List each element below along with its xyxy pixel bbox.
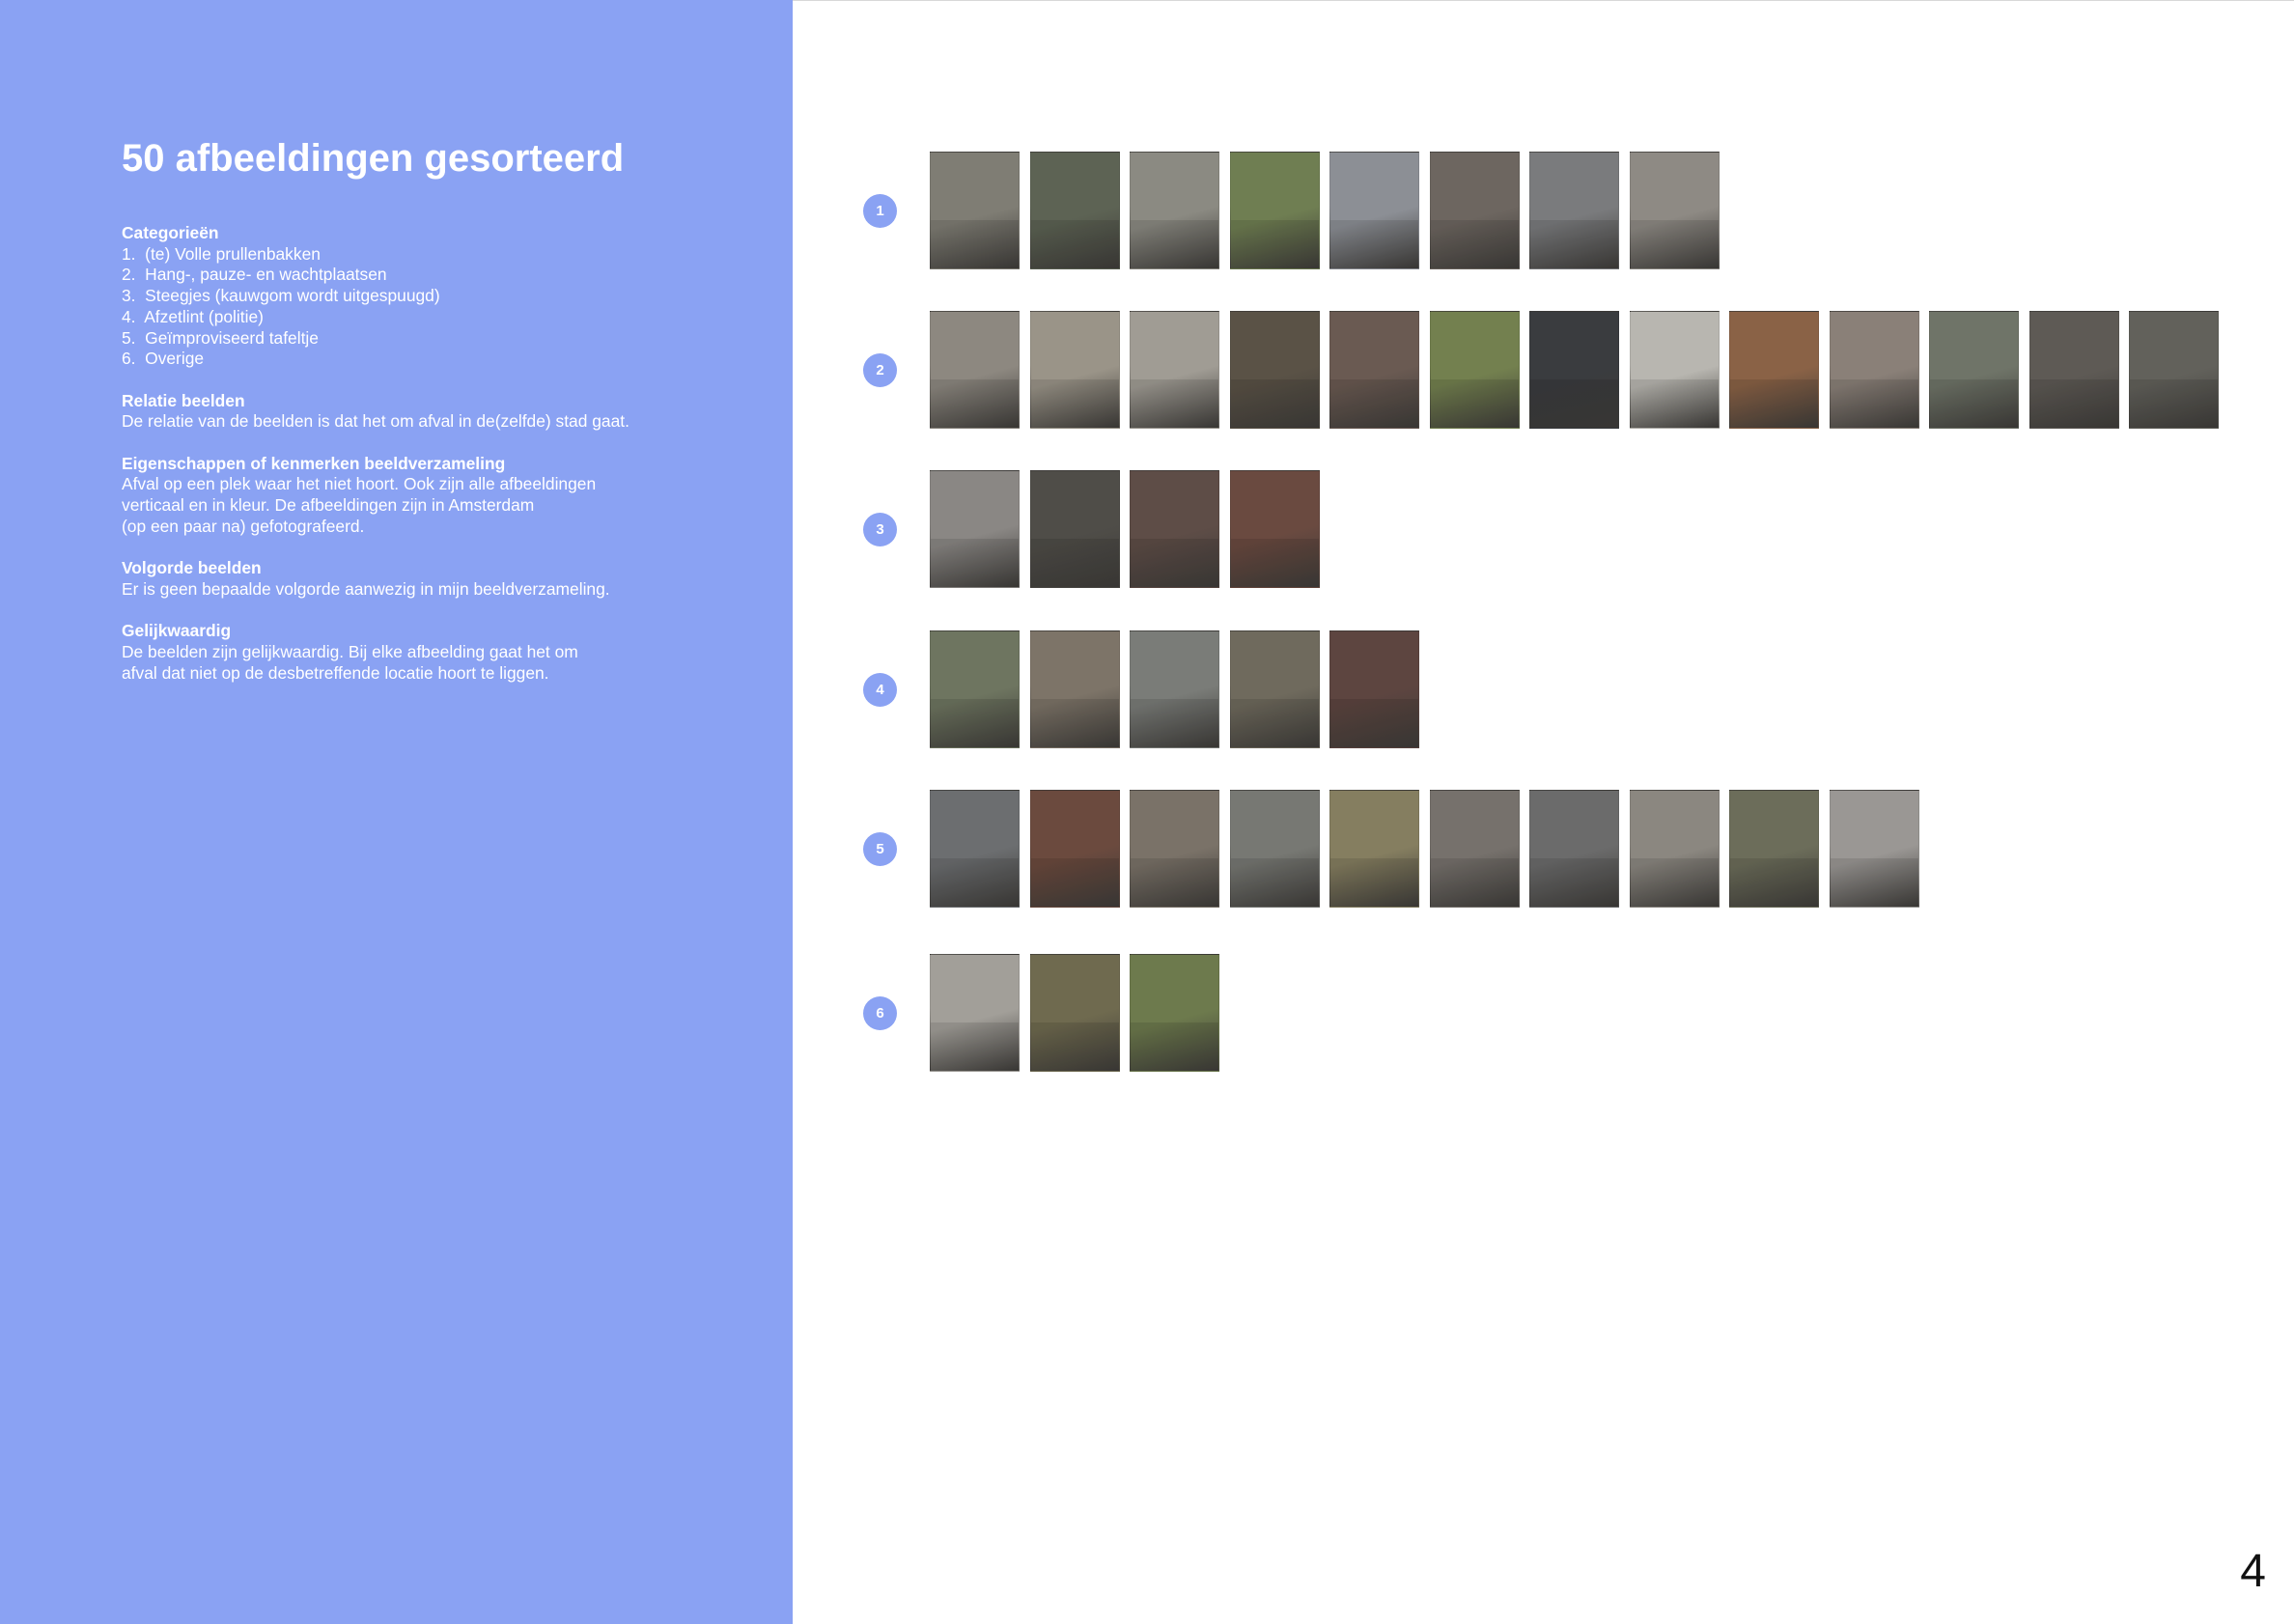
photo-thumbnail — [1030, 311, 1120, 429]
photo-thumbnail — [1929, 311, 2019, 429]
photo-thumbnail — [1230, 790, 1320, 908]
photo-thumbnail — [1529, 152, 1619, 269]
photo-thumbnail — [1230, 152, 1320, 269]
photo-thumbnail — [930, 790, 1020, 908]
photo-thumbnail — [1630, 152, 1720, 269]
row-badge-5: 5 — [863, 831, 897, 866]
photo-thumbnail — [930, 954, 1020, 1072]
photo-thumbnail — [1630, 311, 1720, 429]
photo-thumbnail — [1130, 954, 1219, 1072]
photo-thumbnail — [1230, 311, 1320, 429]
photo-thumbnail — [930, 311, 1020, 429]
photo-thumbnail — [1230, 630, 1320, 748]
photo-thumbnail — [1430, 311, 1520, 429]
page-number: 4 — [2240, 1546, 2266, 1597]
photo-thumbnail — [1030, 630, 1120, 748]
photo-thumbnail — [1030, 152, 1120, 269]
photo-thumbnail — [1130, 630, 1219, 748]
photo-thumbnail — [1130, 311, 1219, 429]
photo-thumbnail — [1230, 470, 1320, 588]
row-badge-2: 2 — [863, 352, 897, 387]
photo-thumbnail — [1529, 311, 1619, 429]
photo-thumbnail — [1329, 790, 1419, 908]
row-badge-6: 6 — [863, 995, 897, 1030]
photo-thumbnail — [1130, 470, 1219, 588]
photo-grid: 1 2 3 4 5 6 — [0, 0, 2294, 1624]
photo-thumbnail — [1830, 311, 1919, 429]
photo-thumbnail — [930, 152, 1020, 269]
photo-thumbnail — [1329, 152, 1419, 269]
photo-thumbnail — [1030, 954, 1120, 1072]
photo-thumbnail — [1030, 790, 1120, 908]
photo-thumbnail — [1630, 790, 1720, 908]
row-badge-3: 3 — [863, 512, 897, 546]
photo-thumbnail — [1430, 790, 1520, 908]
row-badge-1: 1 — [863, 193, 897, 228]
photo-thumbnail — [930, 630, 1020, 748]
photo-thumbnail — [1329, 311, 1419, 429]
photo-thumbnail — [1430, 152, 1520, 269]
photo-thumbnail — [1729, 790, 1819, 908]
photo-thumbnail — [1130, 152, 1219, 269]
photo-thumbnail — [2029, 311, 2119, 429]
row-badge-4: 4 — [863, 672, 897, 707]
photo-thumbnail — [1529, 790, 1619, 908]
photo-thumbnail — [1030, 470, 1120, 588]
photo-thumbnail — [2129, 311, 2219, 429]
photo-thumbnail — [930, 470, 1020, 588]
photo-thumbnail — [1130, 790, 1219, 908]
photo-thumbnail — [1729, 311, 1819, 429]
photo-thumbnail — [1329, 630, 1419, 748]
photo-thumbnail — [1830, 790, 1919, 908]
